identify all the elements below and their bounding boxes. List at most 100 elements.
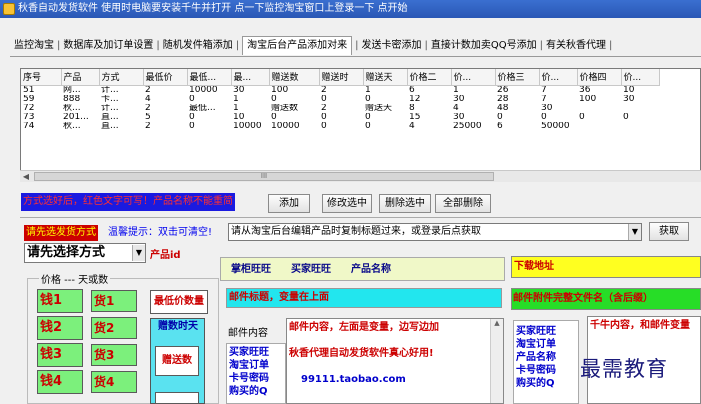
window-title: 秋香自动发货软件 使用时电脑要安装千牛并打开 点一下监控淘宝窗口上登录一下 点开… (18, 3, 408, 14)
tab-divider (10, 56, 701, 57)
table-cell (577, 122, 621, 131)
mail-var-qq[interactable]: 购买的Q (229, 385, 283, 398)
product-grid[interactable]: 序号 产品 方式 最低价 最低... 最... 赠送数 赠送时 赠送天 价格二 价... 价格三 价..… (20, 68, 701, 180)
tab-card-secret[interactable]: 发送卡密添加 (362, 36, 422, 56)
tab-qq-count[interactable]: 直接计数加卖QQ号添加 (431, 36, 537, 56)
goods-4-field[interactable]: 货4 (91, 371, 137, 393)
goods-3-field[interactable]: 货3 (91, 344, 137, 366)
double-click-tip: 温馨提示：双击可清空! (108, 227, 213, 238)
price-1-field[interactable]: 钱1 (37, 289, 83, 313)
column-header[interactable]: 价格三 (495, 69, 540, 86)
mail-content-label: 邮件内容 (228, 328, 268, 339)
table-cell: 0 (321, 121, 327, 131)
table-row[interactable]: 73 201... 直... 5 0 10 0 0 0 15 30 0 0 0 0 (21, 113, 659, 122)
send-mode-value: 请先选择方式 (27, 245, 106, 260)
column-header[interactable]: 价... (451, 69, 496, 86)
scroll-up-icon[interactable]: ▲ (494, 319, 499, 327)
column-header[interactable]: 最... (231, 69, 270, 86)
mail-var-order[interactable]: 淘宝订单 (229, 359, 283, 372)
table-cell: 计... (101, 85, 119, 95)
mail-body-line: 邮件内容，左面是变量，边写边加 (289, 322, 439, 333)
mail-content-textarea[interactable]: 邮件内容，左面是变量，边写边加 秋香代理自动发货软件真心好用! 99111.ta… (286, 318, 504, 404)
gift-extra-field[interactable] (155, 392, 199, 404)
tab-monitor-taobao[interactable]: 监控淘宝 (14, 36, 54, 56)
variable-panel: 掌柜旺旺 买家旺旺 产品名称 (220, 257, 505, 281)
goods-2-field[interactable]: 货2 (91, 317, 137, 339)
table-cell: 4 (453, 103, 459, 113)
delete-all-button[interactable]: 全部删除 (435, 194, 491, 213)
column-header[interactable]: 赠送数 (269, 69, 320, 86)
scroll-thumb[interactable]: III (34, 172, 494, 181)
column-header[interactable]: 产品 (61, 69, 100, 86)
attachment-filename-input[interactable]: 邮件附件完整文件名（含后缀） (511, 288, 701, 310)
fetch-button[interactable]: 获取 (649, 222, 689, 241)
qn-var-qq[interactable]: 购买的Q (516, 377, 576, 390)
table-cell: 0 (271, 94, 277, 104)
qn-var-card[interactable]: 卡号密码 (516, 364, 576, 377)
table-cell: 0 (497, 112, 503, 122)
column-header[interactable]: 方式 (99, 69, 144, 86)
tab-product-add[interactable]: 淘宝后台产品添加对来 (242, 36, 353, 55)
table-row[interactable]: 59 888 卡... 4 0 1 0 0 0 12 30 28 7 100 30 (21, 95, 659, 104)
product-title-combo[interactable]: 请从淘宝后台编辑产品时复制标题过来，或登录后点获取 ▼ (228, 223, 642, 241)
add-button[interactable]: 添加 (268, 194, 310, 213)
mail-var-buyer[interactable]: 买家旺旺 (229, 346, 283, 359)
table-cell: 51 (23, 85, 35, 95)
table-row[interactable]: 74 秋... 直... 2 0 10000 10000 0 0 4 25000 6 50000 (21, 122, 659, 131)
chevron-down-icon[interactable]: ▼ (628, 224, 641, 240)
var-shopkeeper[interactable]: 掌柜旺旺 (231, 264, 271, 275)
gift-count-field[interactable]: 赠送数 (155, 346, 199, 376)
product-table: 序号 产品 方式 最低价 最低... 最... 赠送数 赠送时 赠送天 价格二 价... 价格三 价..… (21, 69, 660, 131)
watermark-text: 最需教育 (580, 357, 668, 381)
table-cell: 直... (101, 112, 119, 122)
delete-selected-button[interactable]: 删除选中 (379, 194, 431, 213)
qn-var-product[interactable]: 产品名称 (516, 351, 576, 364)
var-buyer[interactable]: 买家旺旺 (291, 264, 331, 275)
chevron-down-icon[interactable]: ▼ (132, 245, 145, 261)
table-cell: 1 (233, 94, 239, 104)
column-header[interactable]: 最低... (187, 69, 232, 86)
qn-var-order[interactable]: 淘宝订单 (516, 338, 576, 351)
tab-random-mailbox[interactable]: 随机发件箱添加 (163, 36, 233, 56)
mail-variable-list[interactable]: 买家旺旺 淘宝订单 卡号密码 购买的Q (226, 343, 286, 404)
tab-agent-info[interactable]: 有关秋香代理 (546, 36, 606, 56)
table-cell: 30 (453, 94, 465, 104)
column-header[interactable]: 价... (621, 69, 660, 86)
mail-title-input[interactable]: 邮件标题，变量在上面 (226, 288, 502, 308)
qianniu-variable-list[interactable]: 买家旺旺 淘宝订单 产品名称 卡号密码 购买的Q (513, 320, 579, 404)
price-4-field[interactable]: 钱4 (37, 370, 83, 394)
column-header[interactable]: 价格二 (407, 69, 452, 86)
product-id-label: 产品id (150, 250, 181, 261)
column-header[interactable]: 赠送天 (363, 69, 408, 86)
table-row[interactable]: 72 秋... 计... 2 最低... 1 赠送数 2 赠送天 8 4 48 30 (21, 104, 659, 113)
table-cell: 5 (145, 112, 151, 122)
table-cell: 6 (409, 85, 415, 95)
column-header[interactable]: 最低价 (143, 69, 188, 86)
qn-var-buyer[interactable]: 买家旺旺 (516, 325, 576, 338)
mail-body-line: 秋香代理自动发货软件真心好用! (289, 348, 434, 359)
scroll-left-icon[interactable]: ◀ (20, 171, 32, 182)
mail-var-card[interactable]: 卡号密码 (229, 372, 283, 385)
column-header[interactable]: 序号 (21, 69, 62, 86)
mail-scrollbar[interactable]: ▲ (490, 319, 503, 403)
table-row[interactable]: 51 网... 计... 2 10000 30 100 2 1 6 1 26 7 36 10 (21, 85, 659, 95)
min-price-qty-field[interactable]: 最低价数量 (150, 290, 208, 314)
column-header[interactable]: 价... (539, 69, 578, 86)
table-cell: 30 (541, 103, 553, 113)
column-header[interactable]: 价格四 (577, 69, 622, 86)
column-header[interactable]: 赠送时 (319, 69, 364, 86)
table-cell: 2 (145, 121, 151, 131)
price-2-field[interactable]: 钱2 (37, 316, 83, 340)
tab-database-settings[interactable]: 数据库及加订单设置 (63, 36, 153, 56)
goods-1-field[interactable]: 货1 (91, 290, 137, 312)
modify-selected-button[interactable]: 修改选中 (322, 194, 372, 213)
table-cell: 74 (23, 121, 35, 131)
table-cell: 50000 (541, 121, 570, 131)
grid-horizontal-scrollbar[interactable]: ◀ III (20, 170, 701, 182)
gift-days-label: 赠数时天 (158, 321, 198, 332)
var-product-name[interactable]: 产品名称 (351, 264, 391, 275)
price-3-field[interactable]: 钱3 (37, 343, 83, 367)
send-mode-select[interactable]: 请先选择方式 ▼ (24, 243, 146, 263)
table-cell: 10000 (233, 121, 262, 131)
download-url-input[interactable]: 下载地址 (511, 256, 701, 278)
